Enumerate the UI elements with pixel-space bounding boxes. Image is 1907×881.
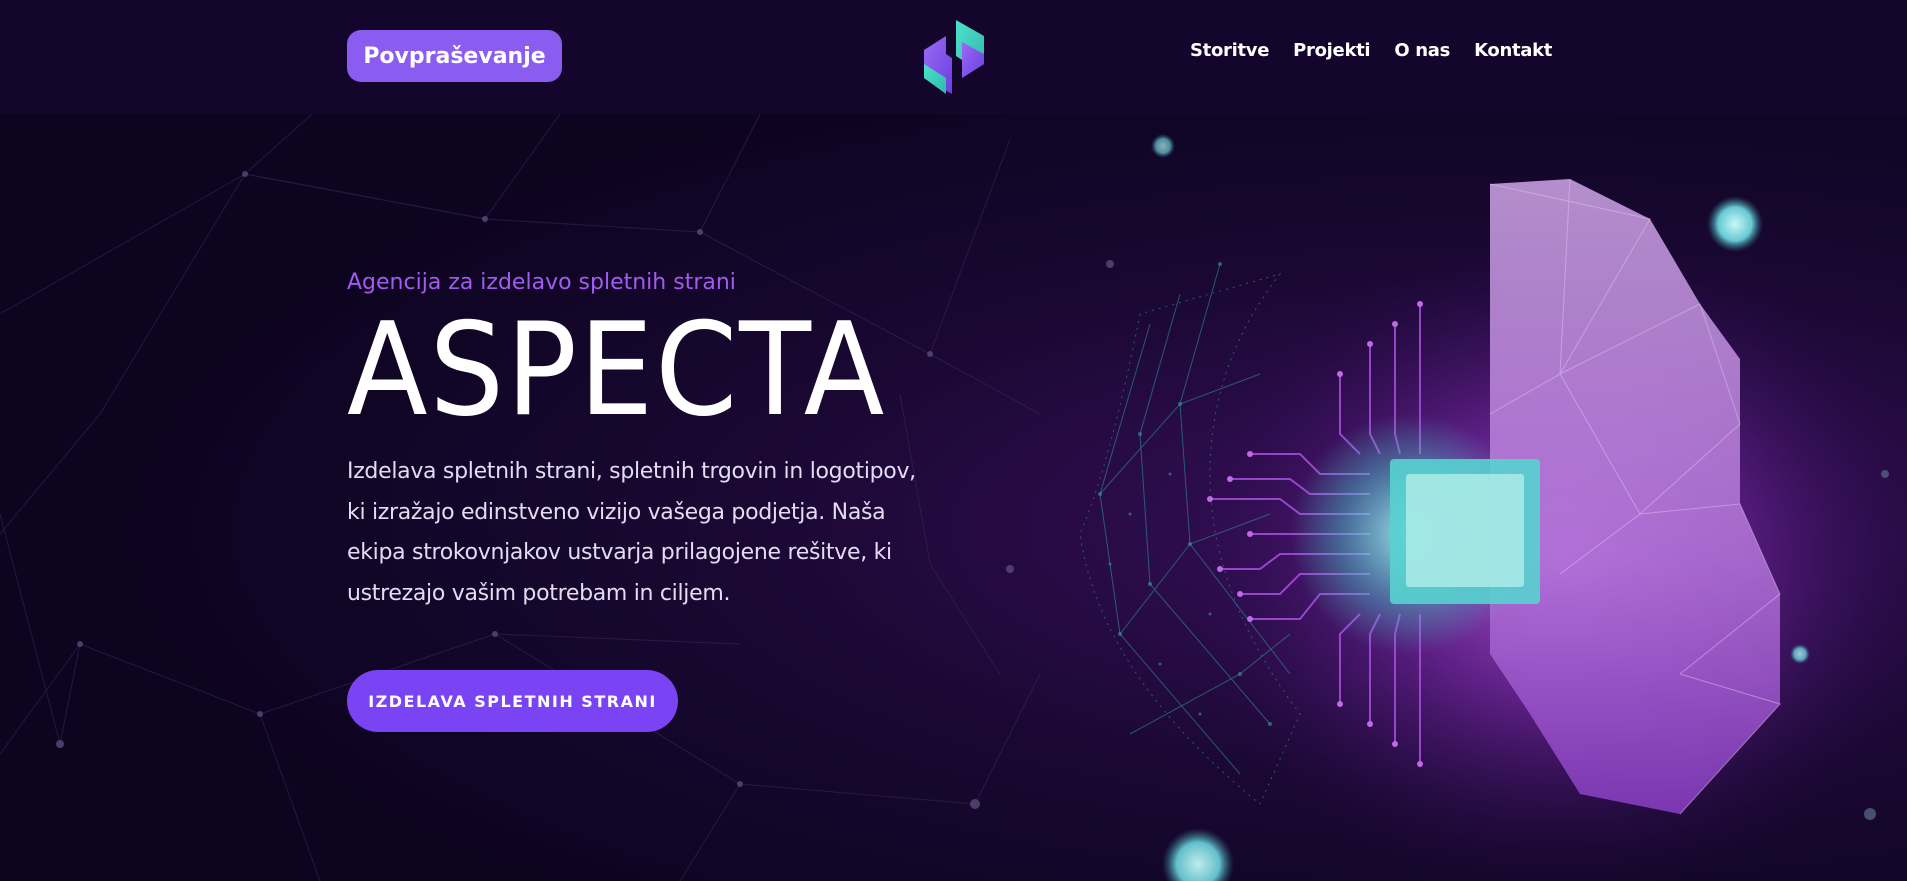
nav-item-kontakt[interactable]: Kontakt (1474, 40, 1552, 61)
hero-section: Agencija za izdelavo spletnih strani ASP… (347, 270, 1067, 614)
nav-item-o-nas[interactable]: O nas (1394, 40, 1450, 61)
hero-description: Izdelava spletnih strani, spletnih trgov… (347, 459, 916, 606)
site-header: Povpraševanje Storitve Projekti O nas Ko… (0, 0, 1907, 114)
page: Povpraševanje Storitve Projekti O nas Ko… (0, 0, 1907, 881)
nav-item-projekti[interactable]: Projekti (1293, 40, 1370, 61)
main-nav: Storitve Projekti O nas Kontakt (1190, 40, 1576, 61)
hero-illustration (1079, 134, 1907, 881)
aspecta-logo-icon[interactable] (920, 20, 988, 94)
inquiry-button[interactable]: Povpraševanje (347, 30, 562, 82)
web-design-cta-button[interactable]: IZDELAVA SPLETNIH STRANI (347, 670, 678, 732)
hero-title: ASPECTA (347, 296, 887, 445)
nav-item-storitve[interactable]: Storitve (1190, 40, 1269, 61)
